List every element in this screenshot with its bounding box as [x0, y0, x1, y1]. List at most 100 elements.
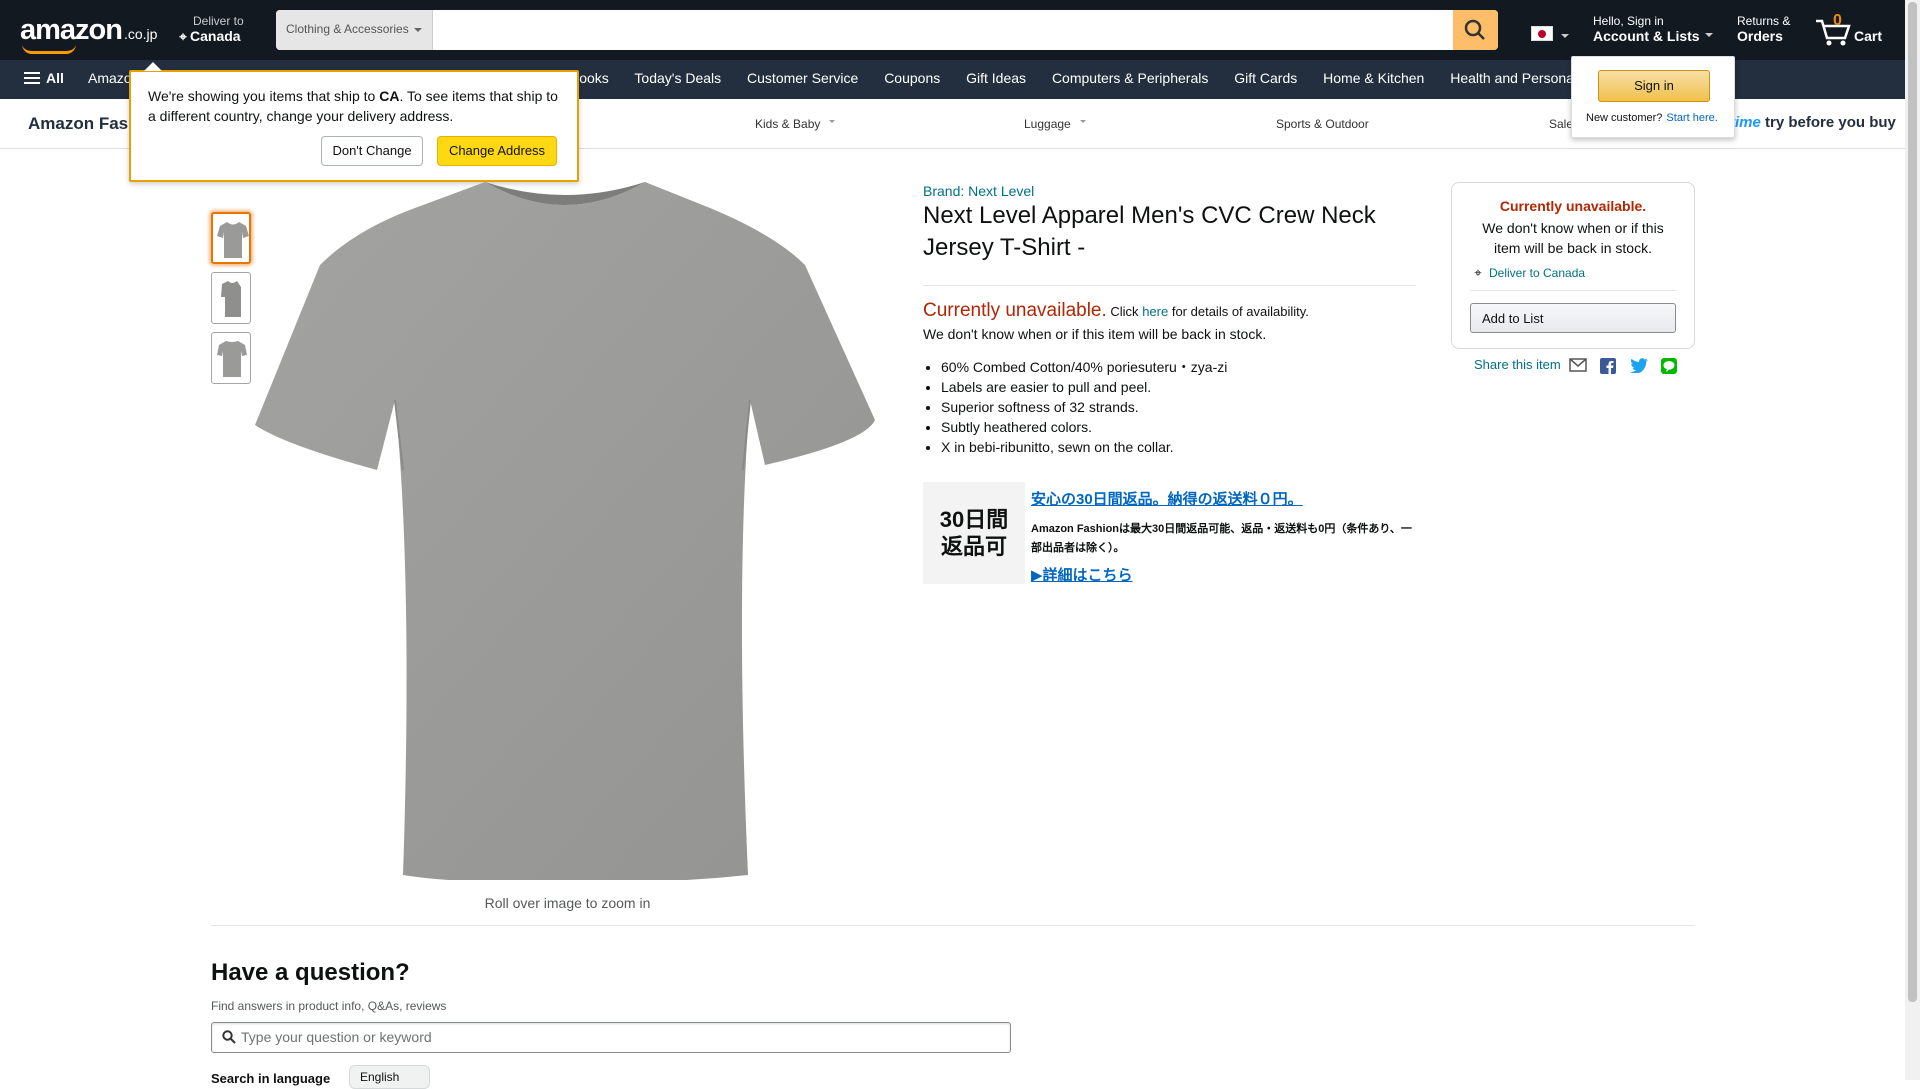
- feature-bullets: 60% Combed Cotton/40% poriesuteru・zya-zi…: [941, 357, 1227, 457]
- returns-details-link[interactable]: ▶詳細はこちら: [1031, 564, 1133, 585]
- returns-promo: 30日間 返品可 安心の30日間返品。納得の返送料０円。 Amazon Fash…: [923, 482, 1418, 584]
- search-input[interactable]: [433, 10, 1453, 50]
- search-button[interactable]: [1453, 10, 1498, 50]
- account-lists-label: Account & Lists: [1593, 28, 1713, 44]
- logo-smile-icon: [22, 44, 76, 54]
- add-to-list-button[interactable]: Add to List: [1470, 303, 1676, 333]
- line-icon[interactable]: [1661, 358, 1678, 379]
- click-text: Click: [1110, 304, 1139, 319]
- account-lists[interactable]: Hello, Sign in Account & Lists: [1593, 14, 1713, 44]
- deliver-label: Deliver to: [193, 14, 244, 28]
- buybox-deliver-link[interactable]: ⌖ Deliver to Canada: [1471, 265, 1585, 281]
- change-address-button[interactable]: Change Address: [437, 136, 557, 166]
- all-menu-button[interactable]: All: [24, 70, 64, 86]
- availability-here-link[interactable]: here: [1142, 304, 1168, 319]
- search-category-dropdown[interactable]: Clothing & Accessories: [276, 10, 433, 50]
- cart-count: 0: [1833, 12, 1842, 29]
- location-message-pre: We're showing you items that ship to: [148, 88, 380, 104]
- divider: [1470, 290, 1676, 291]
- deliver-country: Canada: [190, 28, 241, 44]
- search-icon: [222, 1030, 236, 1044]
- returns-badge: 30日間 返品可: [923, 482, 1025, 584]
- start-here-link[interactable]: Start here.: [1666, 112, 1717, 124]
- divider: [211, 925, 1695, 926]
- amazon-logo[interactable]: amazon .co.jp: [20, 14, 158, 54]
- sign-in-button[interactable]: Sign in: [1598, 70, 1710, 102]
- thumbnail-back[interactable]: [211, 332, 251, 384]
- location-pin-icon: ⌖: [179, 29, 187, 44]
- buybox-deliver-text: Deliver to Canada: [1489, 266, 1586, 280]
- cart-button[interactable]: 0 Cart: [1814, 10, 1894, 50]
- feature-bullet: 60% Combed Cotton/40% poriesuteru・zya-zi: [941, 357, 1227, 377]
- signin-popover: Sign in New customer? Start here.: [1571, 56, 1735, 138]
- qa-placeholder: Type your question or keyword: [241, 1029, 432, 1045]
- facebook-icon[interactable]: [1600, 358, 1617, 379]
- fashion-nav-kids-baby[interactable]: Kids & Baby: [755, 117, 835, 131]
- logo-text: amazon: [20, 14, 123, 46]
- dont-change-button[interactable]: Don't Change: [321, 136, 423, 166]
- cart-label: Cart: [1854, 28, 1883, 44]
- new-customer-text: New customer? Start here.: [1586, 112, 1718, 124]
- nav-link-customer-service[interactable]: Customer Service: [747, 70, 858, 86]
- japan-flag-icon[interactable]: [1531, 26, 1553, 41]
- twitter-icon[interactable]: [1629, 358, 1648, 378]
- all-label: All: [46, 70, 64, 86]
- hamburger-icon: [24, 72, 40, 84]
- share-icons: [1569, 358, 1686, 379]
- deliver-to[interactable]: Deliver to ⌖ Canada: [176, 14, 244, 45]
- logo-tld: .co.jp: [123, 26, 158, 42]
- fashion-nav-sports-outdoor[interactable]: Sports & Outdoor: [1276, 117, 1369, 131]
- tshirt-image: [255, 182, 875, 882]
- returns-orders[interactable]: Returns & Orders: [1737, 14, 1790, 44]
- tshirt-side-thumbnail-icon: [221, 281, 241, 317]
- thumbnail-side[interactable]: [211, 272, 251, 324]
- returns-label: Returns &: [1737, 14, 1791, 28]
- email-icon[interactable]: [1569, 358, 1587, 377]
- availability-line: Currently unavailable. Click here for de…: [923, 300, 1309, 322]
- location-message: We're showing you items that ship to CA.…: [148, 86, 568, 126]
- returns-badge-line1: 30日間: [939, 507, 1009, 532]
- search-icon: [1464, 19, 1485, 40]
- qa-search-input[interactable]: Type your question or keyword: [211, 1022, 1011, 1053]
- feature-bullet: Superior softness of 32 strands.: [941, 397, 1227, 417]
- location-pin-icon: ⌖: [1474, 265, 1482, 280]
- account-greeting: Hello, Sign in: [1593, 14, 1664, 28]
- buybox-message: We don't know when or if this item will …: [1482, 220, 1664, 256]
- nav-link-gift-ideas[interactable]: Gift Ideas: [966, 70, 1026, 86]
- brand-link[interactable]: Brand: Next Level: [923, 183, 1034, 199]
- tshirt-thumbnail-icon: [217, 222, 249, 258]
- returns-badge-line2: 返品可: [940, 534, 1007, 559]
- location-message-country: CA: [379, 88, 400, 104]
- product-title: Next Level Apparel Men's CVC Crew Neck J…: [923, 202, 1376, 261]
- fashion-nav-luggage[interactable]: Luggage: [1024, 117, 1086, 131]
- scrollbar-thumb[interactable]: [1908, 2, 1917, 1002]
- nav-link-home-kitchen[interactable]: Home & Kitchen: [1323, 70, 1424, 86]
- buy-box: Currently unavailable. We don't know whe…: [1451, 182, 1695, 349]
- qa-title: Have a question?: [211, 959, 410, 986]
- prime-try-before-you-buy[interactable]: prime try before you buy: [1720, 114, 1896, 131]
- returns-headline-link[interactable]: 安心の30日間返品。納得の返送料０円。: [1031, 488, 1303, 509]
- language-select[interactable]: English: [349, 1065, 430, 1089]
- fashion-nav-sale[interactable]: Sale: [1549, 117, 1573, 131]
- nav-link-computers[interactable]: Computers & Peripherals: [1052, 70, 1208, 86]
- tshirt-back-thumbnail-icon: [217, 341, 247, 377]
- qa-subtitle: Find answers in product info, Q&As, revi…: [211, 999, 447, 1013]
- try-label: try before you buy: [1765, 114, 1896, 131]
- language-caret-icon[interactable]: [1561, 34, 1569, 42]
- thumbnail-front[interactable]: [211, 212, 251, 264]
- search-bar: Clothing & Accessories: [276, 10, 1498, 50]
- availability-details-text: for details of availability.: [1171, 304, 1309, 319]
- unavailable-label: Currently unavailable.: [923, 300, 1107, 321]
- unavailable-message: We don't know when or if this item will …: [923, 326, 1267, 342]
- thumbnail-list: [211, 212, 251, 392]
- location-popover: We're showing you items that ship to CA.…: [129, 62, 579, 182]
- zoom-hint: Roll over image to zoom in: [484, 895, 651, 911]
- share-label: Share this item: [1474, 357, 1561, 372]
- nav-link-todays-deals[interactable]: Today's Deals: [634, 70, 721, 86]
- returns-body: Amazon Fashionは最大30日間返品可能、返品・返送料も0円（条件あり…: [1031, 523, 1412, 554]
- feature-bullet: X in bebi-ribunitto, sewn on the collar.: [941, 437, 1227, 457]
- nav-link-gift-cards[interactable]: Gift Cards: [1234, 70, 1297, 86]
- nav-link-coupons[interactable]: Coupons: [884, 70, 940, 86]
- main-product-image[interactable]: [255, 180, 875, 882]
- buybox-unavailable: Currently unavailable.: [1499, 198, 1647, 214]
